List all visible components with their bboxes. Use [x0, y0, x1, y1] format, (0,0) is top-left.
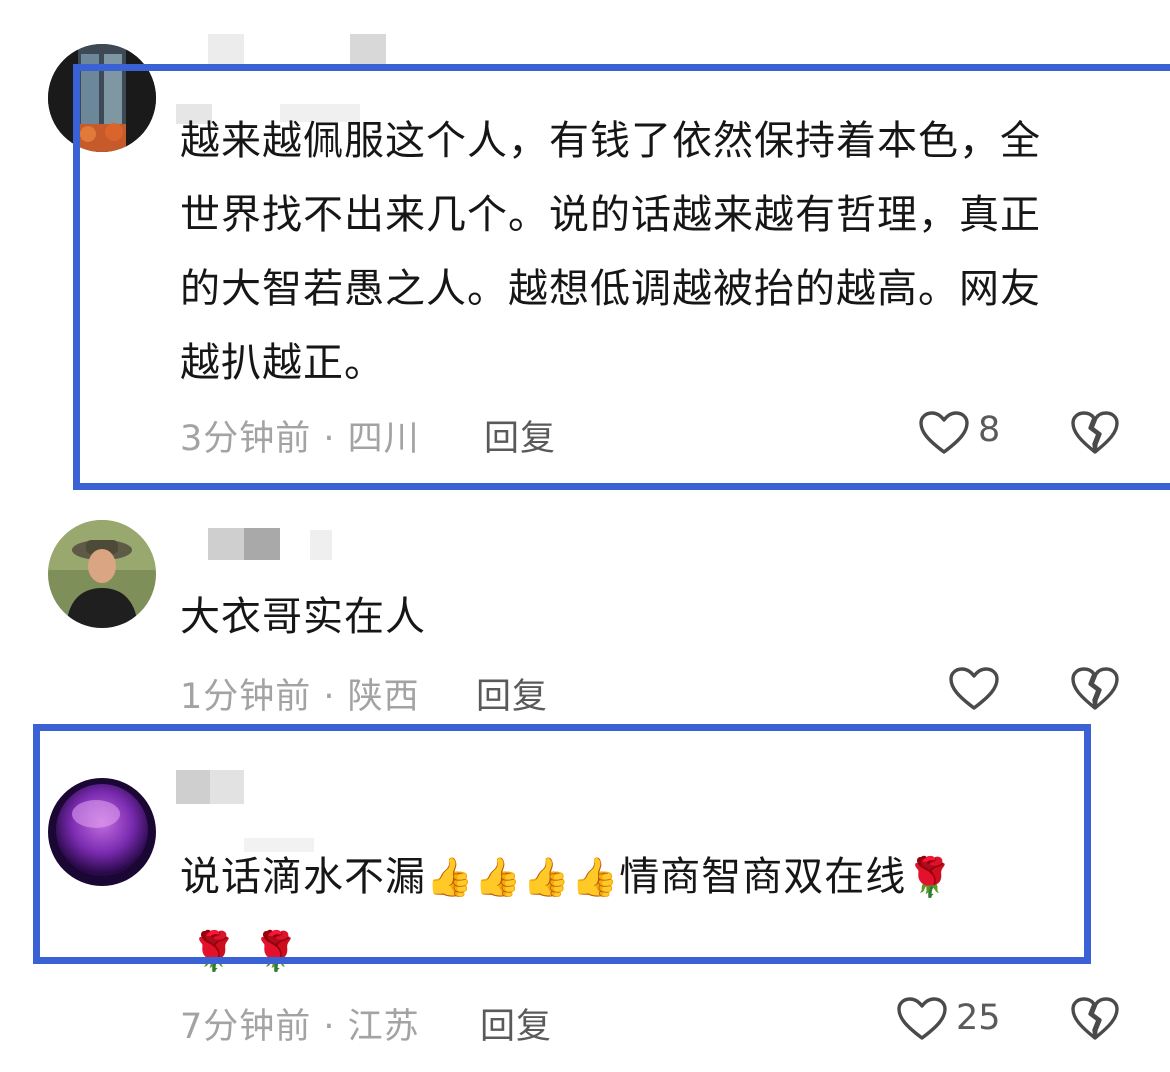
user-avatar[interactable] [48, 520, 156, 628]
username-redacted [208, 34, 244, 68]
broken-heart-icon[interactable] [1070, 996, 1120, 1046]
reply-button[interactable]: 回复 [476, 668, 548, 719]
username-redacted [244, 528, 280, 560]
heart-outline-icon[interactable] [948, 666, 1000, 716]
username-redacted [310, 530, 332, 560]
broken-heart-icon[interactable] [1070, 666, 1120, 716]
like-count: 25 [956, 998, 1001, 1038]
comment-text: 大衣哥实在人 [180, 594, 426, 640]
highlight-box [73, 64, 1170, 490]
username-redacted [350, 34, 386, 68]
comment-meta: 7分钟前 · 江苏 [180, 1007, 420, 1047]
comment-meta: 1分钟前 · 陕西 [180, 677, 420, 717]
highlight-box [33, 724, 1091, 964]
heart-outline-icon[interactable] [896, 996, 948, 1046]
username-redacted [208, 528, 244, 560]
reply-button[interactable]: 回复 [480, 998, 552, 1049]
